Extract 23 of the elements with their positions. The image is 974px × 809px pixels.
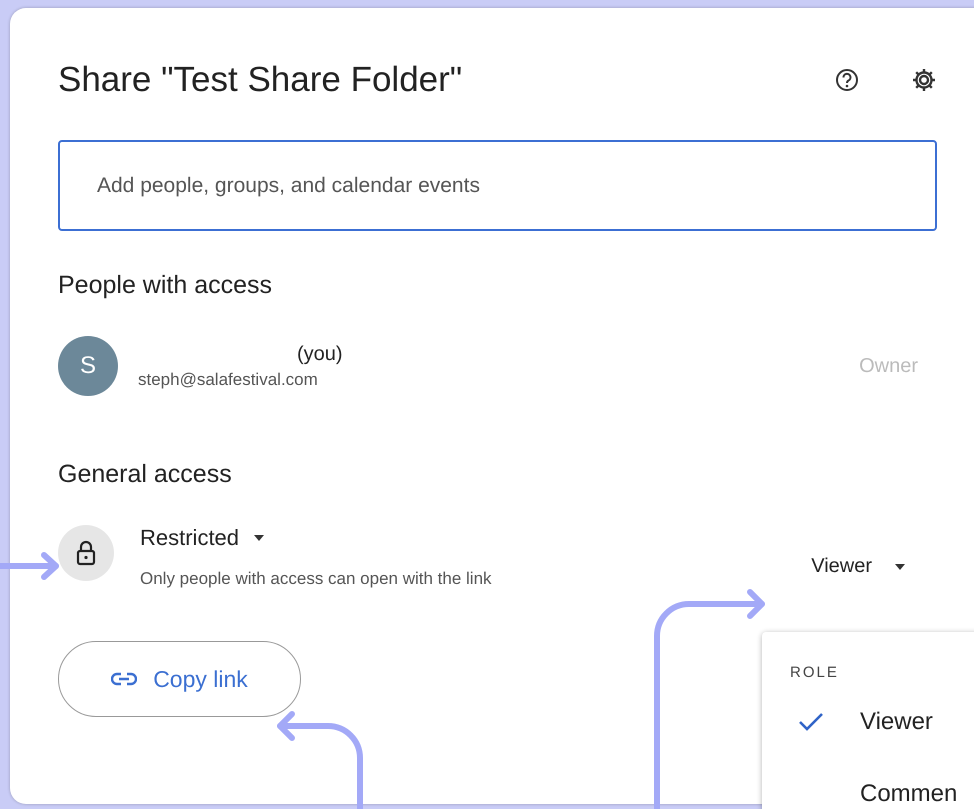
access-dropdown[interactable]: Restricted	[140, 525, 266, 551]
role-dropdown[interactable]: Viewer	[811, 555, 906, 578]
caret-icon	[894, 562, 906, 570]
annotation-arrow	[0, 552, 62, 580]
settings-icon[interactable]	[910, 66, 938, 94]
person-name: (you)	[296, 342, 344, 366]
copy-link-button[interactable]: Copy link	[58, 641, 301, 717]
role-label: Owner	[859, 354, 918, 378]
access-description: Only people with access can open with the link	[140, 569, 492, 589]
search-field[interactable]: Add people, groups, and calendar events	[58, 140, 937, 231]
person-email: steph@salafestival.com	[138, 370, 319, 390]
caret-icon	[253, 534, 266, 542]
section-heading: General access	[58, 460, 233, 489]
menu-heading: ROLE	[789, 664, 840, 681]
section-heading: People with access	[58, 271, 274, 300]
menu-item[interactable]: Commen	[762, 763, 974, 809]
dialog-title: Share "Test Share Folder"	[58, 60, 462, 100]
avatar: S	[58, 336, 118, 396]
menu-item[interactable]: Viewer	[762, 691, 974, 753]
help-icon[interactable]	[834, 67, 860, 93]
lock-icon	[58, 525, 114, 581]
check-icon	[798, 712, 824, 732]
link-icon	[111, 672, 138, 686]
